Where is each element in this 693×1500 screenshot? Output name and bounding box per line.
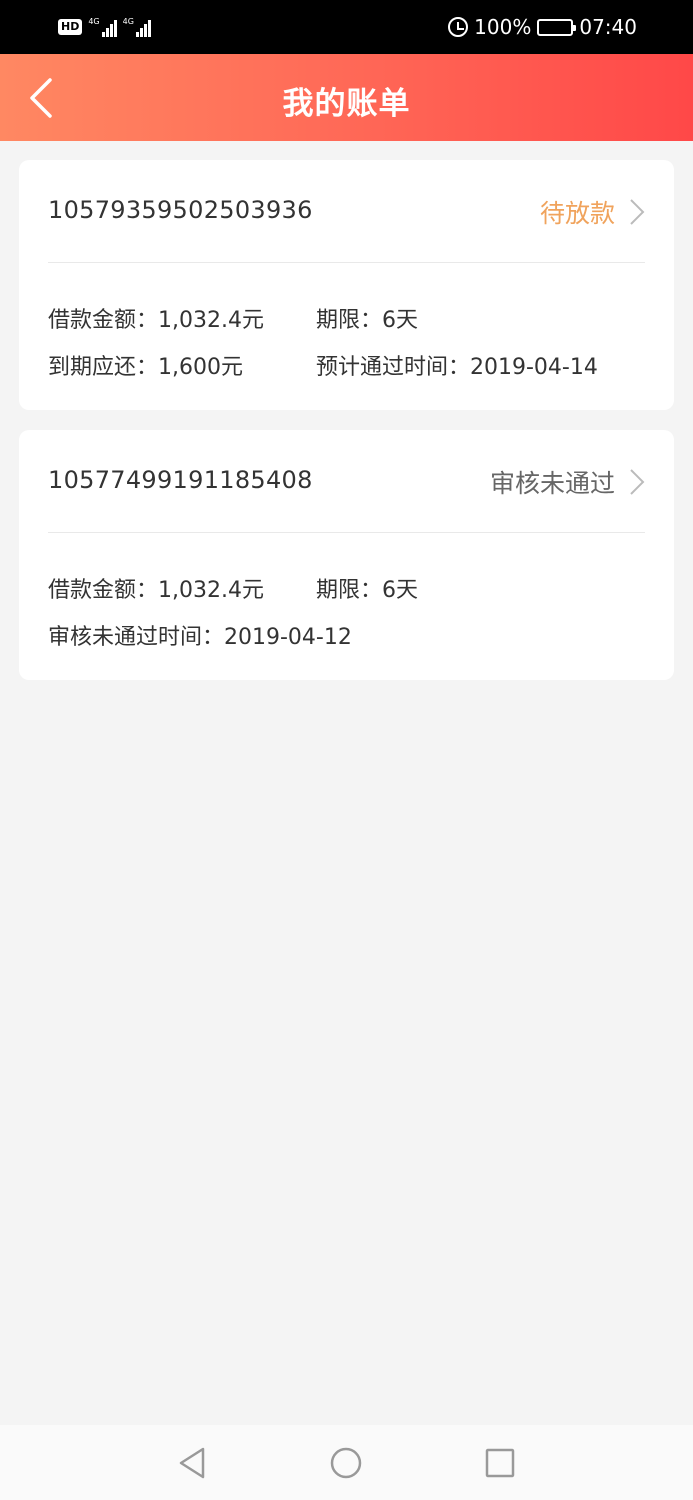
loan-term: 期限：6天 xyxy=(316,308,418,333)
signal-icon-2: 4G xyxy=(123,17,151,37)
bill-card[interactable]: 10579359502503936 待放款 借款金额：1,032.4元 期限：6… xyxy=(19,160,674,410)
battery-icon xyxy=(537,18,577,36)
order-number: 10577499191185408 xyxy=(48,466,313,494)
loan-term: 期限：6天 xyxy=(316,578,418,603)
bill-status: 待放款 xyxy=(539,199,615,228)
triangle-back-icon xyxy=(179,1447,205,1479)
network-type-1: 4G xyxy=(88,17,100,26)
alarm-icon xyxy=(448,17,469,37)
bill-status-link[interactable]: 待放款 xyxy=(540,194,645,230)
status-left: HD 4G 4G xyxy=(58,14,151,40)
order-number: 10579359502503936 xyxy=(48,196,313,224)
nav-recent-button[interactable] xyxy=(480,1443,520,1483)
square-recent-icon xyxy=(485,1448,515,1478)
network-type-2: 4G xyxy=(122,17,134,26)
bill-status: 审核未通过 xyxy=(489,469,615,498)
bill-info-row: 借款金额：1,032.4元 期限：6天 xyxy=(48,302,418,334)
nav-back-button[interactable] xyxy=(173,1443,213,1483)
bill-info-row: 借款金额：1,032.4元 期限：6天 xyxy=(48,572,418,604)
chevron-right-icon xyxy=(630,469,645,495)
loan-amount: 借款金额：1,032.4元 xyxy=(48,578,264,603)
expected-date: 预计通过时间：2019-04-14 xyxy=(316,355,598,380)
status-right: 100% 07:40 xyxy=(448,12,637,42)
loan-amount: 借款金额：1,032.4元 xyxy=(48,308,264,333)
status-bar: HD 4G 4G 100% 07:40 xyxy=(0,0,693,54)
hd-badge: HD xyxy=(58,19,83,35)
repay-amount: 到期应还：1,600元 xyxy=(48,355,243,380)
system-nav-bar xyxy=(0,1425,693,1500)
bill-card-header: 10577499191185408 审核未通过 xyxy=(48,430,645,533)
page-title: 我的账单 xyxy=(282,86,411,122)
clock: 07:40 xyxy=(579,15,637,39)
bill-card-header: 10579359502503936 待放款 xyxy=(48,160,645,263)
bill-status-link[interactable]: 审核未通过 xyxy=(490,464,645,500)
battery-percent: 100% xyxy=(474,15,532,39)
circle-home-icon xyxy=(330,1447,362,1479)
nav-home-button[interactable] xyxy=(326,1443,366,1483)
bill-info-row: 到期应还：1,600元 预计通过时间：2019-04-14 xyxy=(48,349,598,381)
signal-icon: 4G xyxy=(88,17,117,37)
app-header: 我的账单 xyxy=(0,54,693,141)
chevron-right-icon xyxy=(630,199,645,225)
rejected-date: 审核未通过时间：2019-04-12 xyxy=(48,625,352,650)
bill-info-row: 审核未通过时间：2019-04-12 xyxy=(48,619,352,651)
bill-card[interactable]: 10577499191185408 审核未通过 借款金额：1,032.4元 期限… xyxy=(19,430,674,680)
